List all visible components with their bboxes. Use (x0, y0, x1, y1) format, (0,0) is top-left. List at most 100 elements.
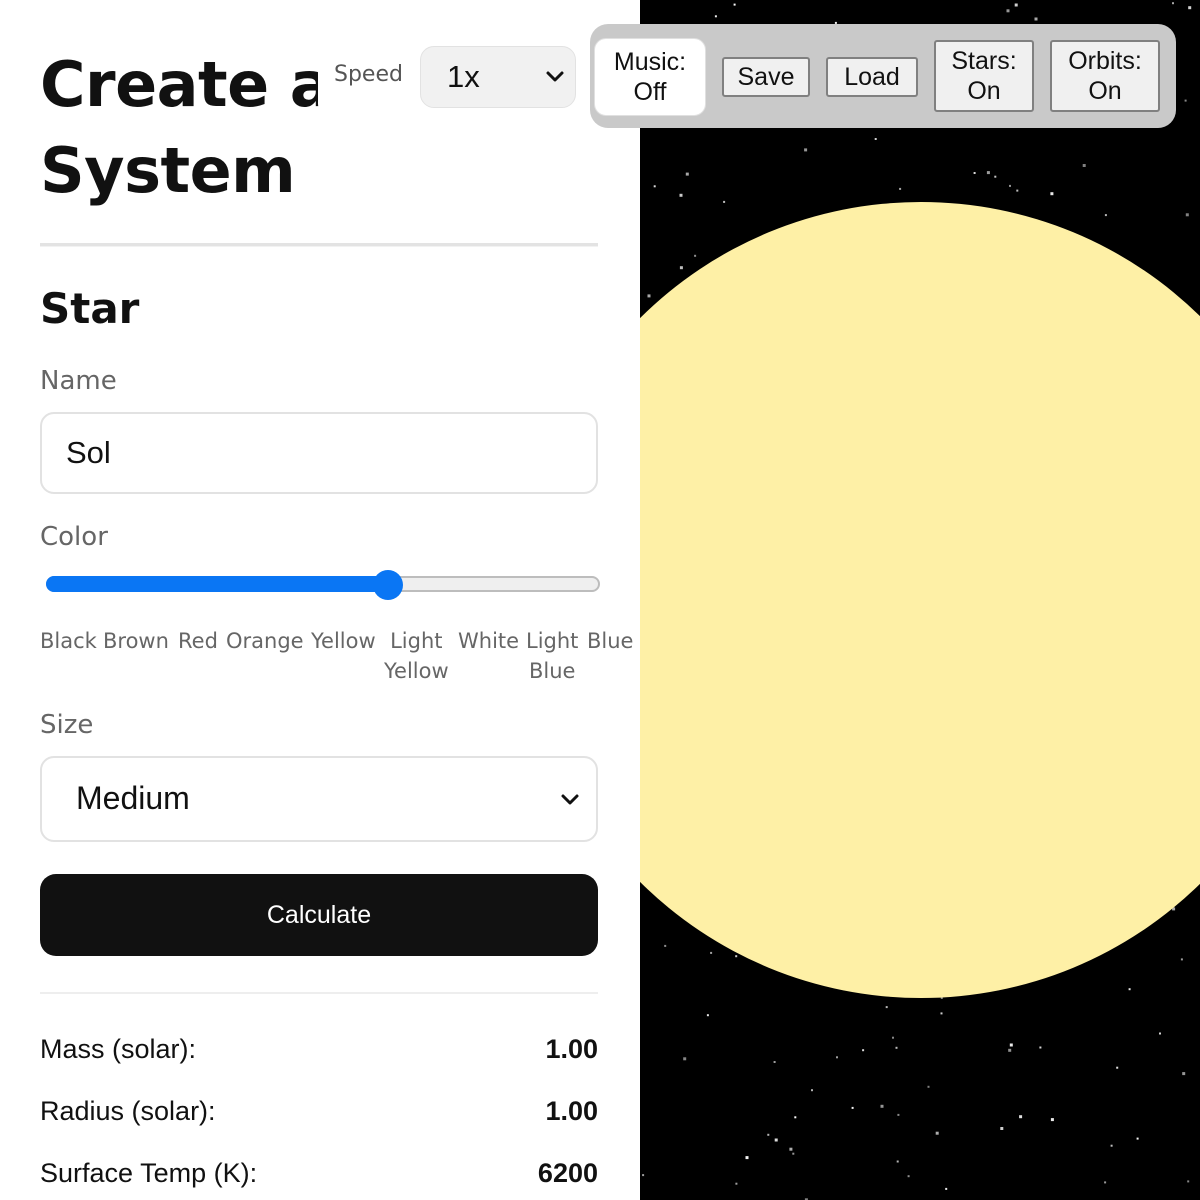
name-input[interactable] (40, 412, 598, 494)
background-star (899, 187, 902, 190)
background-star (710, 951, 713, 954)
background-star (851, 1106, 854, 1109)
background-star (1136, 1137, 1139, 1140)
background-star (745, 1156, 749, 1160)
result-value: 1.00 (545, 1096, 598, 1126)
background-star (1172, 2, 1174, 5)
background-star (940, 1012, 943, 1015)
background-star (774, 1138, 778, 1142)
size-select[interactable]: Medium (40, 756, 598, 842)
background-star (973, 172, 976, 174)
color-tick-label: White (458, 626, 519, 656)
background-star (1187, 1180, 1190, 1183)
background-star (935, 1131, 939, 1135)
music-toggle-button[interactable]: Music: Off (594, 38, 706, 116)
save-button[interactable]: Save (722, 57, 810, 97)
color-tick-line1: Brown (103, 629, 169, 653)
stars-toggle-button[interactable]: Stars: On (934, 40, 1034, 112)
chevron-down-icon (546, 71, 564, 82)
size-select-value: Medium (76, 780, 190, 816)
space-canvas[interactable] (640, 0, 1200, 1200)
background-star (647, 294, 651, 298)
color-tick-label: Black (40, 626, 97, 656)
background-star (1039, 1046, 1042, 1049)
speed-select-value: 1x (447, 59, 480, 94)
color-tick-line2: Blue (528, 659, 576, 683)
color-slider-thumb[interactable] (373, 570, 404, 600)
color-tick-label: Orange (226, 626, 304, 656)
background-star (862, 1049, 865, 1052)
background-star (1006, 9, 1010, 13)
background-star (994, 175, 997, 178)
background-star (945, 1187, 948, 1190)
section-heading-star: Star (40, 284, 140, 333)
background-star (907, 1175, 910, 1178)
color-tick-line1: Light (526, 629, 579, 653)
color-tick-label: Light Blue (526, 626, 578, 686)
background-star (1110, 1144, 1113, 1147)
background-star (1050, 192, 1054, 196)
size-label: Size (40, 710, 94, 740)
color-tick-line1: White (458, 629, 520, 653)
background-star (773, 1061, 776, 1063)
result-row-radius: Radius (solar): 1.00 (40, 1096, 598, 1136)
background-star (1009, 1043, 1013, 1047)
background-star (804, 148, 808, 152)
background-star (794, 1116, 797, 1119)
background-star (1014, 3, 1018, 7)
background-star (706, 1014, 709, 1017)
color-tick-line1: Blue (587, 629, 634, 653)
result-row-mass: Mass (solar): 1.00 (40, 1034, 598, 1074)
results-divider (40, 992, 598, 994)
space-svg (640, 2, 1200, 1200)
title-divider (40, 243, 598, 247)
background-star (1104, 1181, 1107, 1184)
music-state: Off (633, 78, 667, 106)
result-row-surface-temp: Surface Temp (K): 6200 (40, 1158, 598, 1198)
orbits-state: On (1088, 77, 1122, 105)
background-star (874, 138, 877, 140)
background-star (895, 1046, 898, 1049)
background-star (1000, 1127, 1004, 1130)
music-label: Music: (613, 48, 687, 76)
background-star (1082, 164, 1086, 167)
color-label: Color (40, 522, 108, 552)
background-star (1019, 1115, 1023, 1119)
background-star (836, 1056, 838, 1059)
calculate-button[interactable]: Calculate (40, 874, 598, 956)
result-value: 1.00 (545, 1034, 598, 1064)
background-star (735, 955, 738, 958)
color-tick-line1: Black (40, 629, 97, 653)
background-star (679, 193, 683, 197)
load-button[interactable]: Load (826, 57, 918, 97)
background-star (1104, 214, 1107, 217)
background-star (723, 200, 726, 203)
star-body[interactable] (640, 202, 1200, 998)
background-star (897, 1113, 900, 1116)
background-star (1128, 988, 1131, 991)
background-star (714, 15, 717, 18)
chevron-down-icon (561, 794, 579, 805)
color-tick-line1: Light (390, 629, 443, 653)
background-star (1185, 213, 1189, 217)
color-tick-line1: Orange (226, 629, 304, 653)
background-star (1050, 1118, 1054, 1122)
background-star (1034, 17, 1038, 21)
color-tick-line2: Yellow (384, 659, 449, 683)
background-star (811, 1089, 813, 1092)
color-tick-label: Blue (587, 626, 633, 656)
background-star (892, 1036, 894, 1039)
speed-select[interactable]: 1x (420, 46, 576, 108)
color-tick-label: Light Yellow (384, 626, 449, 686)
color-tick-label: Brown (103, 626, 169, 656)
background-star (885, 1006, 888, 1009)
color-tick-label: Yellow (311, 626, 376, 656)
background-star (792, 1152, 795, 1155)
background-star (679, 266, 683, 270)
background-star (642, 1174, 645, 1177)
orbits-toggle-button[interactable]: Orbits: On (1050, 40, 1160, 112)
result-label: Radius (solar): (40, 1096, 216, 1126)
background-star (767, 1133, 770, 1136)
name-label: Name (40, 366, 117, 396)
result-label: Mass (solar): (40, 1034, 197, 1064)
